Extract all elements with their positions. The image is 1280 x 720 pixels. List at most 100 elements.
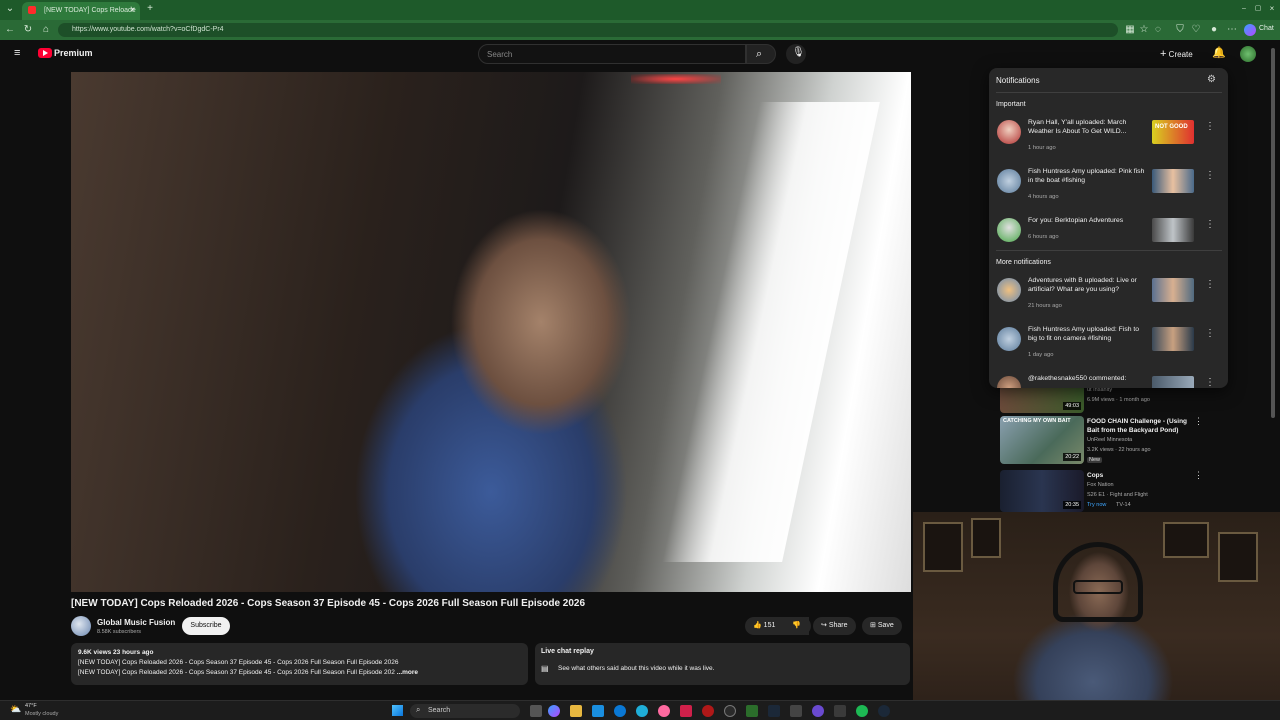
app-icon[interactable] — [746, 705, 758, 717]
voice-search-button[interactable]: 🎙 — [786, 44, 806, 64]
related-video-1[interactable]: 49:03 ut Insanity 6.9M views · 1 month a… — [1000, 385, 1200, 415]
terminal-icon[interactable] — [790, 705, 802, 717]
more-options-icon[interactable]: ⋮ — [1205, 377, 1215, 388]
share-label: Share — [828, 622, 848, 629]
notification-item[interactable]: @rakethesnake550 commented: ⋮ — [989, 374, 1228, 388]
close-window-icon[interactable]: × — [1266, 3, 1278, 15]
shield-icon[interactable]: ⛉ — [1174, 24, 1186, 36]
related-channel[interactable]: UnReel Minnesota — [1087, 437, 1132, 443]
app-icon[interactable] — [680, 705, 692, 717]
logo-text[interactable]: Premium — [54, 48, 93, 58]
refresh-extension-icon[interactable]: ◌ — [1152, 24, 1164, 36]
url-input[interactable]: https://www.youtube.com/watch?v=oCfDgdC-… — [58, 23, 1118, 37]
file-explorer-icon[interactable] — [570, 705, 582, 717]
related-video-3[interactable]: 20:35 Cops Fox Nation S26 E1 · Fight and… — [1000, 470, 1203, 512]
browser-tab[interactable]: [NEW TODAY] Cops Reloade × — [22, 2, 140, 20]
tab-list-icon[interactable]: ⌄ — [4, 3, 16, 15]
wall-frame — [1218, 532, 1258, 582]
hamburger-menu-icon[interactable]: ≡ — [14, 48, 20, 59]
minimize-icon[interactable]: – — [1238, 3, 1250, 15]
app-icon[interactable] — [834, 705, 846, 717]
more-options-icon[interactable]: ⋮ — [1205, 219, 1215, 230]
related-video-2[interactable]: CATCHING MY OWN BAIT 20:22 FOOD CHAIN Ch… — [1000, 416, 1203, 466]
scrollbar-thumb[interactable] — [1271, 48, 1275, 418]
more-link[interactable]: ...more — [397, 669, 418, 676]
more-options-icon[interactable]: ⋮ — [1194, 470, 1203, 481]
edge-browser-icon[interactable] — [636, 705, 648, 717]
more-options-icon[interactable]: ⋮ — [1205, 279, 1215, 290]
channel-avatar — [997, 327, 1021, 351]
more-options-icon[interactable]: ⋮ — [1194, 416, 1203, 427]
weather-icon[interactable]: ⛅ — [10, 704, 21, 715]
notification-item[interactable]: For you: Berktopian Adventures 6 hours a… — [989, 216, 1228, 264]
edge-icon[interactable] — [614, 705, 626, 717]
try-now-badge[interactable]: Try now — [1087, 502, 1106, 508]
related-channel[interactable]: Fox Nation — [1087, 482, 1114, 488]
search-button[interactable]: ⌕ — [746, 44, 776, 64]
subscriber-count: 8.58K subscribers — [97, 629, 142, 635]
notification-time: 6 hours ago — [1028, 234, 1059, 240]
task-view-icon[interactable] — [530, 705, 542, 717]
new-tab-icon[interactable]: + — [144, 3, 156, 15]
chat-label[interactable]: Chat — [1259, 25, 1274, 32]
spotify-icon[interactable] — [856, 705, 868, 717]
taskbar-search[interactable]: ⌕ Search — [410, 704, 520, 718]
settings-gear-icon[interactable]: ⚙ — [1207, 74, 1216, 85]
notifications-bell-icon[interactable]: 🔔 — [1212, 46, 1226, 59]
create-button[interactable]: + Create — [1160, 46, 1193, 62]
live-chat-replay[interactable]: Live chat replay ▤ See what others said … — [535, 643, 910, 685]
back-icon[interactable]: ← — [4, 24, 16, 36]
related-title[interactable]: Cops — [1087, 471, 1197, 480]
notification-item[interactable]: Fish Huntress Amy uploaded: Fish to big … — [989, 325, 1228, 373]
related-thumbnail[interactable]: CATCHING MY OWN BAIT 20:22 — [1000, 416, 1084, 464]
divider — [996, 92, 1222, 93]
home-icon[interactable]: ⌂ — [40, 24, 52, 36]
youtube-logo-icon[interactable] — [38, 48, 52, 58]
more-options-icon[interactable]: ⋮ — [1205, 121, 1215, 132]
maximize-icon[interactable]: ▢ — [1252, 3, 1264, 15]
channel-avatar — [997, 278, 1021, 302]
refresh-icon[interactable]: ↻ — [22, 24, 34, 36]
app-icon[interactable] — [812, 705, 824, 717]
store-icon[interactable] — [592, 705, 604, 717]
notification-item[interactable]: Adventures with B uploaded: Live or arti… — [989, 276, 1228, 324]
more-options-icon[interactable]: ⋮ — [1205, 170, 1215, 181]
video-player[interactable] — [71, 72, 911, 592]
windows-start-icon[interactable] — [392, 705, 403, 716]
copilot-icon[interactable] — [548, 705, 560, 717]
channel-avatar[interactable] — [71, 616, 91, 636]
copilot-icon[interactable] — [1244, 24, 1256, 36]
share-button[interactable]: ↪ Share — [813, 617, 856, 635]
app-icon[interactable] — [768, 705, 780, 717]
channel-name[interactable]: Global Music Fusion — [97, 618, 175, 627]
close-tab-icon[interactable]: × — [130, 5, 135, 14]
video-title: [NEW TODAY] Cops Reloaded 2026 - Cops Se… — [71, 598, 586, 609]
notification-text: Fish Huntress Amy uploaded: Fish to big … — [1028, 326, 1140, 342]
steam-icon[interactable] — [878, 705, 890, 717]
bookmark-star-icon[interactable]: ☆ — [1138, 24, 1150, 36]
notification-item[interactable]: Fish Huntress Amy uploaded: Pink fish in… — [989, 167, 1228, 215]
thumbs-down-icon: 👎 — [792, 622, 801, 629]
profile-avatar-icon[interactable]: ● — [1208, 24, 1220, 36]
related-title[interactable]: FOOD CHAIN Challenge - (Using Bait from … — [1087, 417, 1197, 435]
app-icon[interactable] — [658, 705, 670, 717]
subscribe-button[interactable]: Subscribe — [182, 617, 230, 635]
app-icon[interactable] — [702, 705, 714, 717]
account-avatar[interactable] — [1240, 46, 1256, 62]
save-button[interactable]: ⊞ Save — [862, 617, 902, 635]
more-menu-icon[interactable]: ⋯ — [1226, 24, 1238, 36]
dislike-button[interactable]: 👎 — [785, 617, 811, 635]
extensions-icon[interactable]: ▦ — [1124, 24, 1136, 36]
app-icon[interactable] — [724, 705, 736, 717]
webcam-overlay — [913, 512, 1280, 720]
favorites-icon[interactable]: ♡ — [1190, 24, 1202, 36]
description-box[interactable]: 9.6K views 23 hours ago [NEW TODAY] Cops… — [71, 643, 528, 685]
related-thumbnail[interactable]: 20:35 — [1000, 470, 1084, 512]
notification-item[interactable]: Ryan Hall, Y'all uploaded: March Weather… — [989, 118, 1228, 166]
related-thumbnail[interactable]: 49:03 — [1000, 385, 1084, 413]
more-options-icon[interactable]: ⋮ — [1205, 328, 1215, 339]
divider — [996, 250, 1222, 251]
window-glare — [662, 102, 880, 562]
search-input[interactable]: Search — [478, 44, 746, 64]
create-label: Create — [1168, 50, 1193, 59]
